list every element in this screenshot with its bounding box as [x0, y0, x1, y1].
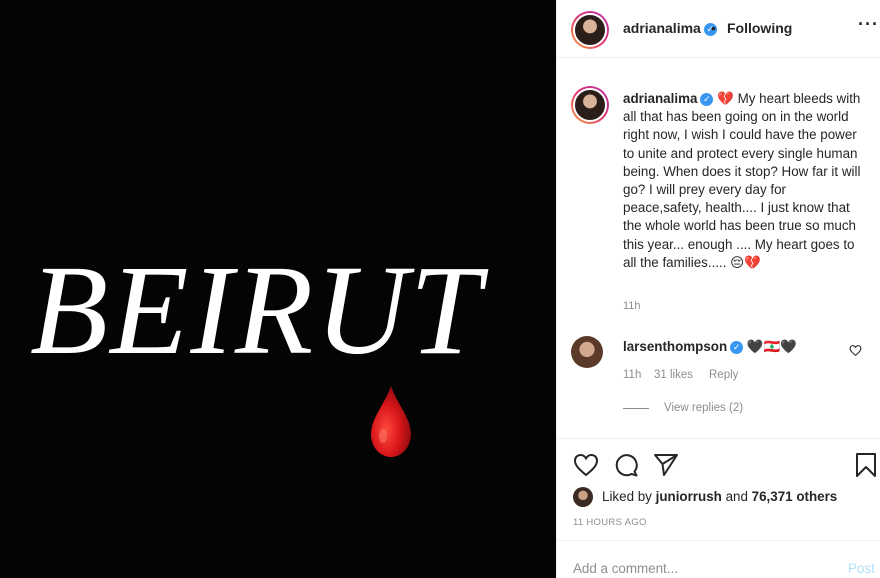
- view-replies-line: [623, 408, 649, 409]
- post-timestamp[interactable]: 11 HOURS AGO: [573, 517, 647, 528]
- comment-username[interactable]: larsenthompson: [623, 339, 727, 354]
- comment-likes[interactable]: 31 likes: [654, 369, 693, 381]
- verified-badge-icon: ✓: [700, 93, 714, 106]
- commenter-avatar[interactable]: [571, 336, 603, 368]
- comment-timestamp[interactable]: 11h: [623, 369, 641, 381]
- post-image[interactable]: BEIRUT: [0, 0, 556, 578]
- share-paper-plane-icon[interactable]: [653, 452, 679, 478]
- post-comment-button[interactable]: Post: [848, 561, 875, 576]
- liked-by-text: Liked by juniorrush and 76,371 others: [602, 489, 838, 504]
- comment-like-heart-icon[interactable]: [849, 344, 862, 357]
- caption-username[interactable]: adrianalima: [623, 91, 697, 106]
- verified-badge-icon: ✓: [730, 341, 744, 354]
- comment-input[interactable]: [573, 561, 813, 576]
- comment-reply-button[interactable]: Reply: [709, 369, 738, 381]
- actions-divider: [557, 438, 880, 439]
- post-caption: adrianalima ✓ 💔 My heart bleeds with all …: [623, 90, 867, 272]
- comment-text: 🖤🇱🇧🖤: [746, 339, 797, 354]
- comment-item: larsenthompson ✓ 🖤🇱🇧🖤: [623, 339, 797, 355]
- image-headline: BEIRUT: [30, 239, 483, 381]
- liker-avatar[interactable]: [573, 487, 593, 507]
- post-header: adrianalima ✓ • Following ···: [557, 0, 880, 58]
- following-button[interactable]: Following: [727, 20, 792, 36]
- likes-others[interactable]: 76,371 others: [752, 489, 838, 504]
- author-username[interactable]: adrianalima ✓: [623, 20, 717, 36]
- separator-dot: •: [711, 20, 716, 36]
- view-replies-button[interactable]: View replies (2): [664, 402, 743, 414]
- post-side-panel: adrianalima ✓ • Following ··· adrianalima…: [556, 0, 880, 578]
- like-heart-icon[interactable]: [573, 452, 599, 478]
- more-options-icon[interactable]: ···: [858, 14, 879, 35]
- save-bookmark-icon[interactable]: [853, 452, 879, 478]
- add-comment-section: Post: [557, 540, 880, 578]
- liker-username[interactable]: juniorrush: [656, 489, 722, 504]
- comment-bubble-icon[interactable]: [613, 452, 639, 478]
- blood-drop-icon: [371, 386, 411, 457]
- author-avatar[interactable]: [571, 11, 609, 49]
- caption-text: 💔 My heart bleeds with all that has been…: [623, 91, 861, 270]
- caption-author-avatar[interactable]: [571, 86, 609, 124]
- caption-timestamp[interactable]: 11h: [623, 300, 641, 312]
